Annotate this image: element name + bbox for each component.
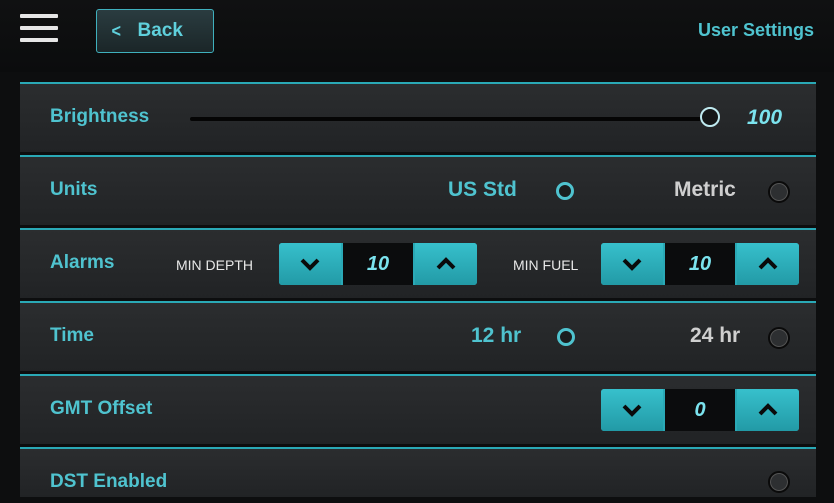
alarms-row: Alarms MIN DEPTH 10 MIN FUEL 10 bbox=[20, 228, 816, 298]
brightness-value: 100 bbox=[747, 106, 783, 129]
min-depth-value: 10 bbox=[341, 243, 415, 285]
chevron-up-icon bbox=[758, 257, 778, 270]
brightness-row: Brightness 100 bbox=[20, 82, 816, 152]
chevron-down-icon bbox=[622, 258, 642, 271]
alarms-label: Alarms bbox=[50, 252, 115, 273]
gmt-offset-increase-button[interactable] bbox=[737, 389, 799, 431]
brightness-slider[interactable] bbox=[190, 117, 720, 121]
time-label: Time bbox=[50, 325, 95, 346]
units-option-us-std-radio[interactable] bbox=[556, 182, 574, 200]
chevron-left-icon: < bbox=[111, 20, 121, 41]
back-label: Back bbox=[137, 20, 183, 41]
chevron-up-icon bbox=[758, 403, 778, 416]
units-option-metric-label: Metric bbox=[674, 178, 736, 201]
page-title: User Settings bbox=[697, 20, 814, 40]
min-fuel-increase-button[interactable] bbox=[737, 243, 799, 285]
units-row: Units US Std Metric bbox=[20, 155, 816, 225]
gmt-offset-value: 0 bbox=[663, 389, 737, 431]
back-button[interactable]: < Back bbox=[96, 9, 214, 53]
min-depth-decrease-button[interactable] bbox=[279, 243, 341, 285]
min-depth-label: MIN DEPTH bbox=[176, 257, 253, 273]
min-fuel-decrease-button[interactable] bbox=[601, 243, 663, 285]
min-depth-increase-button[interactable] bbox=[415, 243, 477, 285]
gmt-offset-decrease-button[interactable] bbox=[601, 389, 663, 431]
brightness-slider-handle[interactable] bbox=[700, 107, 720, 127]
time-option-12hr-radio[interactable] bbox=[557, 328, 575, 346]
gmt-offset-stepper: 0 bbox=[601, 389, 799, 431]
units-label: Units bbox=[50, 179, 98, 200]
settings-list: Brightness 100 Units US Std Metric Alarm… bbox=[20, 82, 816, 500]
min-fuel-stepper: 10 bbox=[601, 243, 799, 285]
top-bar: < Back User Settings bbox=[0, 0, 834, 72]
menu-icon[interactable] bbox=[20, 14, 58, 42]
dst-enabled-radio[interactable] bbox=[768, 471, 790, 493]
gmt-offset-row: GMT Offset 0 bbox=[20, 374, 816, 444]
min-fuel-value: 10 bbox=[663, 243, 737, 285]
chevron-up-icon bbox=[436, 257, 456, 270]
chevron-down-icon bbox=[622, 404, 642, 417]
gmt-offset-label: GMT Offset bbox=[50, 398, 153, 419]
min-fuel-label: MIN FUEL bbox=[513, 257, 579, 273]
min-depth-stepper: 10 bbox=[279, 243, 477, 285]
units-option-metric-radio[interactable] bbox=[768, 181, 790, 203]
brightness-label: Brightness bbox=[50, 106, 150, 127]
time-option-24hr-label: 24 hr bbox=[690, 324, 741, 347]
time-option-24hr-radio[interactable] bbox=[768, 327, 790, 349]
dst-enabled-label: DST Enabled bbox=[50, 471, 168, 492]
time-row: Time 12 hr 24 hr bbox=[20, 301, 816, 371]
chevron-down-icon bbox=[300, 258, 320, 271]
time-option-12hr-label: 12 hr bbox=[471, 324, 522, 347]
units-option-us-std-label: US Std bbox=[448, 178, 517, 201]
dst-enabled-row: DST Enabled bbox=[20, 447, 816, 497]
